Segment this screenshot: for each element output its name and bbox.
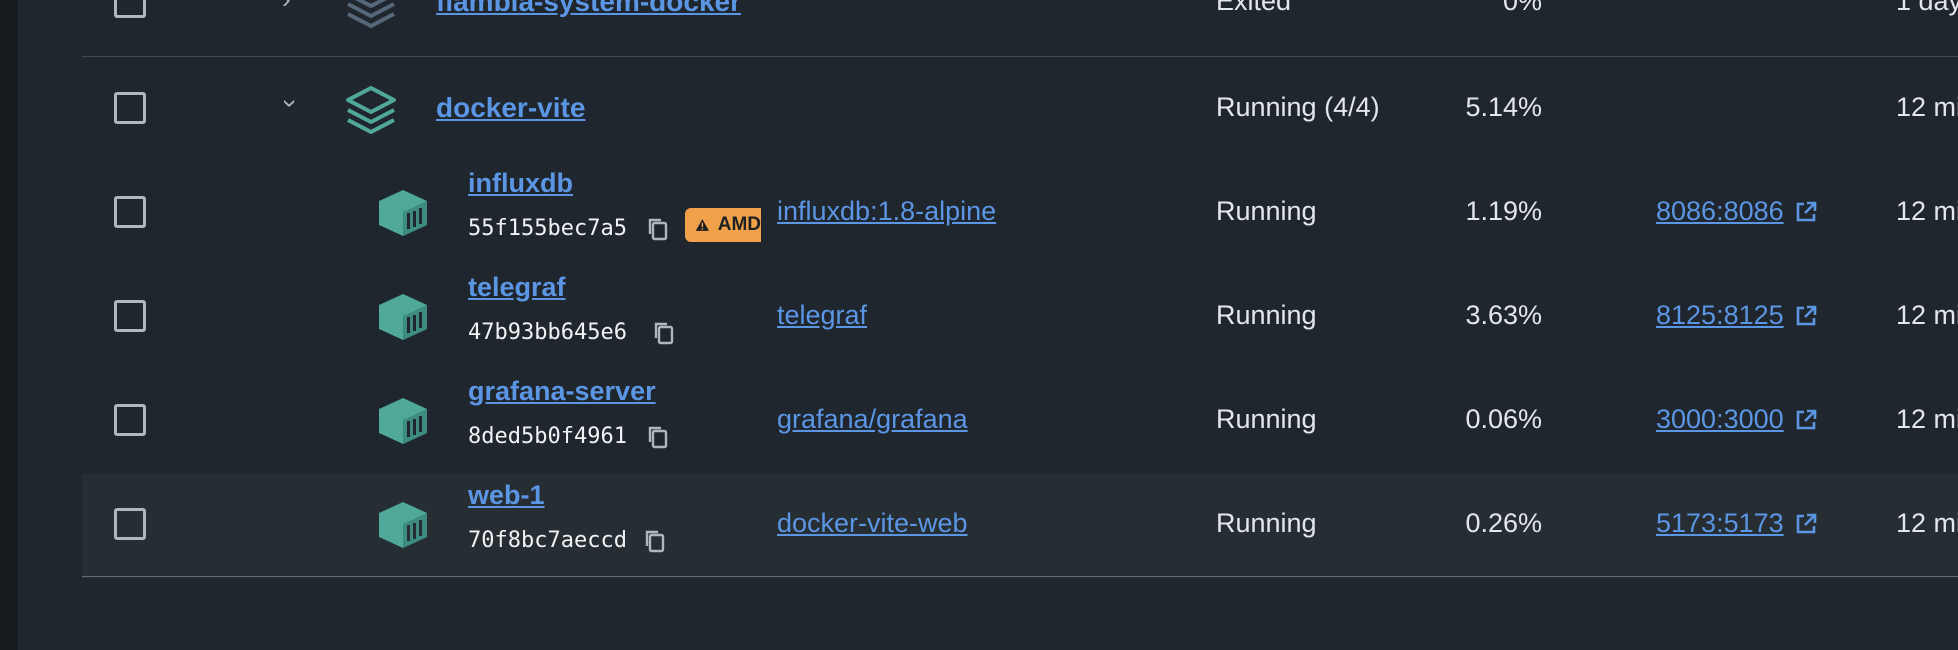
- project-cpu: 0%: [1502, 0, 1542, 16]
- copy-icon[interactable]: [651, 320, 677, 346]
- container-name-link[interactable]: telegraf: [468, 272, 566, 303]
- port-label[interactable]: 8086:8086: [1656, 196, 1784, 227]
- container-row-grafana[interactable]: grafana-server 8ded5b0f4961 grafana/graf…: [82, 370, 1958, 474]
- container-status: Running: [1216, 300, 1317, 330]
- external-link-icon[interactable]: [1794, 200, 1818, 224]
- container-id: 47b93bb645e6: [468, 320, 627, 345]
- port-label[interactable]: 5173:5173: [1656, 508, 1784, 539]
- external-link-icon[interactable]: [1794, 408, 1818, 432]
- row-checkbox[interactable]: [114, 508, 146, 540]
- container-cpu: 0.26%: [1465, 508, 1542, 538]
- left-edge-strip: [0, 0, 18, 650]
- container-id: 70f8bc7aeccd: [468, 528, 627, 553]
- project-status: Exited: [1216, 0, 1292, 16]
- container-icon: [379, 502, 427, 548]
- amd-warning-badge[interactable]: AMD: [685, 208, 761, 242]
- container-cpu: 3.63%: [1465, 300, 1542, 330]
- container-started: 12 minutes: [1896, 508, 1958, 538]
- port-link[interactable]: 5173:5173: [1656, 508, 1818, 539]
- container-row-influxdb[interactable]: influxdb 55f155bec7a5 AMD influxdb:1.8-a…: [82, 162, 1958, 266]
- port-label[interactable]: 8125:8125: [1656, 300, 1784, 331]
- row-divider: [82, 56, 1958, 57]
- row-checkbox[interactable]: [114, 92, 146, 124]
- row-checkbox[interactable]: [114, 0, 146, 18]
- container-name-link[interactable]: grafana-server: [468, 376, 656, 407]
- image-link[interactable]: influxdb:1.8-alpine: [777, 196, 996, 227]
- port-link[interactable]: 8125:8125: [1656, 300, 1818, 331]
- container-cpu: 0.06%: [1465, 404, 1542, 434]
- project-cpu: 5.14%: [1465, 92, 1542, 122]
- container-status: Running: [1216, 508, 1317, 538]
- container-id: 55f155bec7a5: [468, 216, 627, 241]
- chevron-down-icon[interactable]: ›: [275, 99, 306, 108]
- copy-icon[interactable]: [642, 528, 668, 554]
- container-started: 12 minutes: [1896, 404, 1958, 434]
- row-checkbox[interactable]: [114, 196, 146, 228]
- copy-icon[interactable]: [645, 216, 671, 242]
- container-status: Running: [1216, 404, 1317, 434]
- row-divider: [82, 576, 1958, 577]
- container-icon: [379, 190, 427, 236]
- copy-icon[interactable]: [645, 424, 671, 450]
- project-row-flambia[interactable]: › flambia-system-docker Exited 0% 1 day …: [82, 0, 1958, 56]
- container-status: Running: [1216, 196, 1317, 226]
- chevron-right-icon[interactable]: ›: [282, 0, 291, 15]
- compose-stack-icon: [347, 0, 395, 28]
- project-started: 12 minutes: [1896, 92, 1958, 122]
- container-cpu: 1.19%: [1465, 196, 1542, 226]
- warning-badge-label: AMD: [717, 214, 761, 235]
- row-checkbox[interactable]: [114, 300, 146, 332]
- container-name-link[interactable]: web-1: [468, 480, 545, 511]
- container-started: 12 minutes: [1896, 196, 1958, 226]
- project-name-link[interactable]: docker-vite: [436, 92, 585, 124]
- container-icon: [379, 294, 427, 340]
- project-status: Running (4/4): [1216, 92, 1380, 122]
- row-checkbox[interactable]: [114, 404, 146, 436]
- container-started: 12 minutes: [1896, 300, 1958, 330]
- warning-icon: [695, 219, 709, 231]
- container-icon: [379, 398, 427, 444]
- image-link[interactable]: grafana/grafana: [777, 404, 968, 435]
- external-link-icon[interactable]: [1794, 304, 1818, 328]
- container-row-web-1[interactable]: web-1 70f8bc7aeccd docker-vite-web Runni…: [82, 474, 1958, 578]
- compose-stack-icon: [346, 86, 396, 134]
- project-started: 1 day ago: [1896, 0, 1958, 16]
- external-link-icon[interactable]: [1794, 512, 1818, 536]
- container-name-link[interactable]: influxdb: [468, 168, 573, 199]
- port-link[interactable]: 3000:3000: [1656, 404, 1818, 435]
- container-id: 8ded5b0f4961: [468, 424, 627, 449]
- project-row-docker-vite[interactable]: › docker-vite Running (4/4) 5.14% 12 min…: [82, 58, 1958, 162]
- image-link[interactable]: docker-vite-web: [777, 508, 968, 539]
- container-row-telegraf[interactable]: telegraf 47b93bb645e6 telegraf Running 3…: [82, 266, 1958, 370]
- port-link[interactable]: 8086:8086: [1656, 196, 1818, 227]
- image-link[interactable]: telegraf: [777, 300, 867, 331]
- project-name-link[interactable]: flambia-system-docker: [436, 0, 741, 18]
- port-label[interactable]: 3000:3000: [1656, 404, 1784, 435]
